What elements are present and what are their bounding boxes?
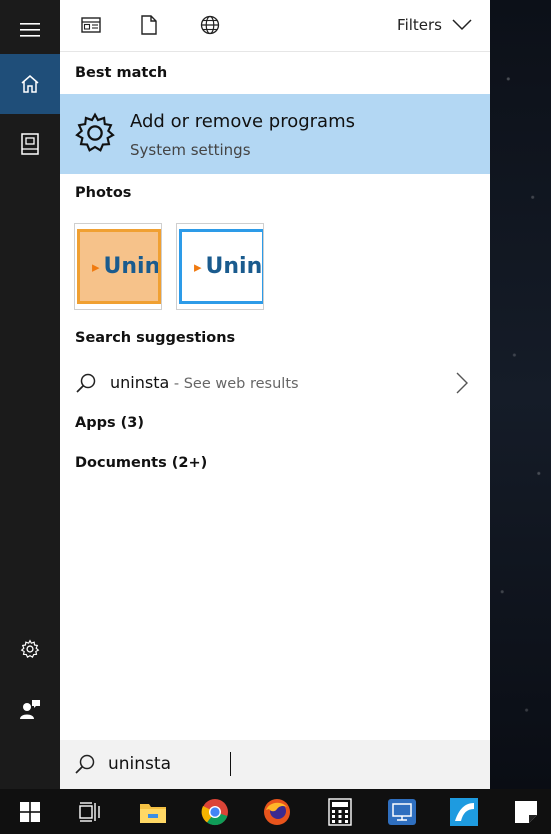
search-box[interactable] [60,740,490,789]
photo-thumbnail[interactable]: ▸ Unin [176,223,264,310]
news-icon [81,17,101,33]
filters-dropdown[interactable]: Filters [397,12,472,38]
sticky-notes-button[interactable] [502,789,550,834]
firefox-icon [264,798,290,825]
feedback-icon [20,700,40,719]
file-explorer-button[interactable] [129,789,177,834]
globe-icon [200,15,220,35]
best-match-title: Add or remove programs [130,111,355,132]
gear-icon [75,112,115,152]
chrome-button[interactable] [191,789,239,834]
photos-heading: Photos [75,185,132,201]
suggestion-hint: - See web results [169,376,299,392]
photo-text: Unins [103,254,161,279]
chevron-down-icon [452,19,472,31]
home-icon [21,75,39,93]
suggestion-text: uninsta - See web results [110,373,299,392]
windows-start-icon [20,801,40,822]
search-toolbar: Filters [60,0,490,52]
search-suggestions-heading: Search suggestions [75,330,236,346]
documents-group[interactable]: Documents (2+) [75,455,207,471]
web-suggestion-item[interactable]: uninsta - See web results [60,362,490,404]
remote-desktop-button[interactable] [378,789,426,834]
chrome-icon [201,798,228,825]
task-view-icon [79,801,100,822]
hamburger-menu-icon [20,23,40,37]
desktop-background [490,0,551,789]
hamburger-menu-button[interactable] [0,0,60,60]
settings-icon [20,639,40,659]
app-icon [450,797,478,826]
document-icon [141,15,157,35]
best-match-subtitle: System settings [130,141,251,159]
photo-image: ▸ Unin [179,229,263,304]
taskbar [0,789,551,834]
text-cursor [230,752,231,776]
start-rail [0,0,60,789]
best-match-heading: Best match [75,65,168,81]
arrow-icon: ▸ [194,257,202,276]
suggestion-query: uninsta [110,373,170,392]
calculator-icon [328,797,352,826]
web-filter-button[interactable] [196,12,224,38]
app-button[interactable] [440,789,488,834]
sticky-notes-icon [515,800,537,823]
remote-desktop-icon [388,798,416,825]
filters-label: Filters [397,16,442,34]
photo-image: ▸Unins [77,229,161,304]
start-button[interactable] [6,789,54,834]
notebook-icon [21,133,39,155]
documents-filter-button[interactable] [135,12,163,38]
photo-thumbnail[interactable]: ▸Unins [74,223,162,310]
notebook-button[interactable] [0,114,60,174]
chevron-right-icon [456,372,468,394]
news-button[interactable] [77,12,105,38]
search-panel: Filters Best match Add or remove program… [60,0,490,789]
home-button[interactable] [0,54,60,114]
settings-button[interactable] [0,619,60,679]
photo-text: Unin [205,254,263,279]
arrow-icon: ▸ [92,257,100,276]
calculator-button[interactable] [316,789,364,834]
file-explorer-icon [140,803,166,823]
feedback-button[interactable] [0,679,60,739]
apps-group[interactable]: Apps (3) [75,415,144,431]
search-icon [76,373,96,393]
search-icon [75,754,95,774]
firefox-button[interactable] [253,789,301,834]
search-input[interactable] [108,750,468,778]
task-view-button[interactable] [66,789,114,834]
best-match-result[interactable]: Add or remove programs System settings [60,94,490,174]
